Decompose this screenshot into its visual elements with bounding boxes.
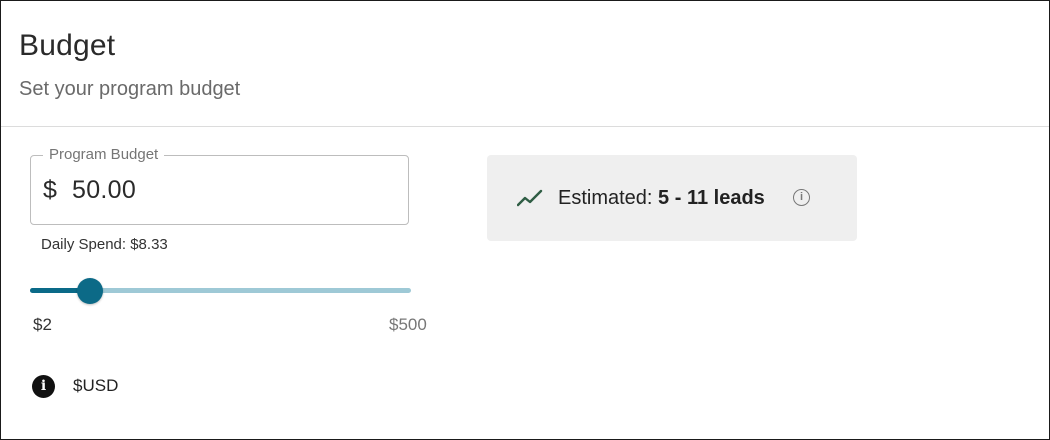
currency-symbol: $ xyxy=(43,176,57,204)
program-budget-value[interactable]: 50.00 xyxy=(72,176,136,205)
estimate-panel: Estimated: 5 - 11 leads i xyxy=(487,155,857,241)
budget-card: Budget Set your program budget Program B… xyxy=(0,0,1050,440)
program-budget-input[interactable]: Program Budget $ 50.00 xyxy=(30,146,409,225)
slider-max-label: $500 xyxy=(389,315,427,334)
estimate-value: 5 - 11 leads xyxy=(658,187,765,209)
info-outline-icon[interactable]: i xyxy=(793,189,810,206)
estimate-label: Estimated: xyxy=(558,187,653,209)
currency-note: $USD xyxy=(73,376,119,395)
daily-spend-text: Daily Spend: $8.33 xyxy=(41,236,168,253)
slider-min-label: $2 xyxy=(33,315,52,334)
info-icon: i xyxy=(32,375,55,398)
card-header: Budget Set your program budget xyxy=(1,1,1049,127)
program-budget-label: Program Budget xyxy=(43,146,165,163)
estimate-text: Estimated: 5 - 11 leads xyxy=(558,187,765,210)
trending-up-icon xyxy=(517,189,543,207)
page-subtitle: Set your program budget xyxy=(19,78,241,100)
page-title: Budget xyxy=(19,29,116,62)
budget-slider[interactable] xyxy=(30,278,411,304)
slider-thumb[interactable] xyxy=(77,278,104,304)
